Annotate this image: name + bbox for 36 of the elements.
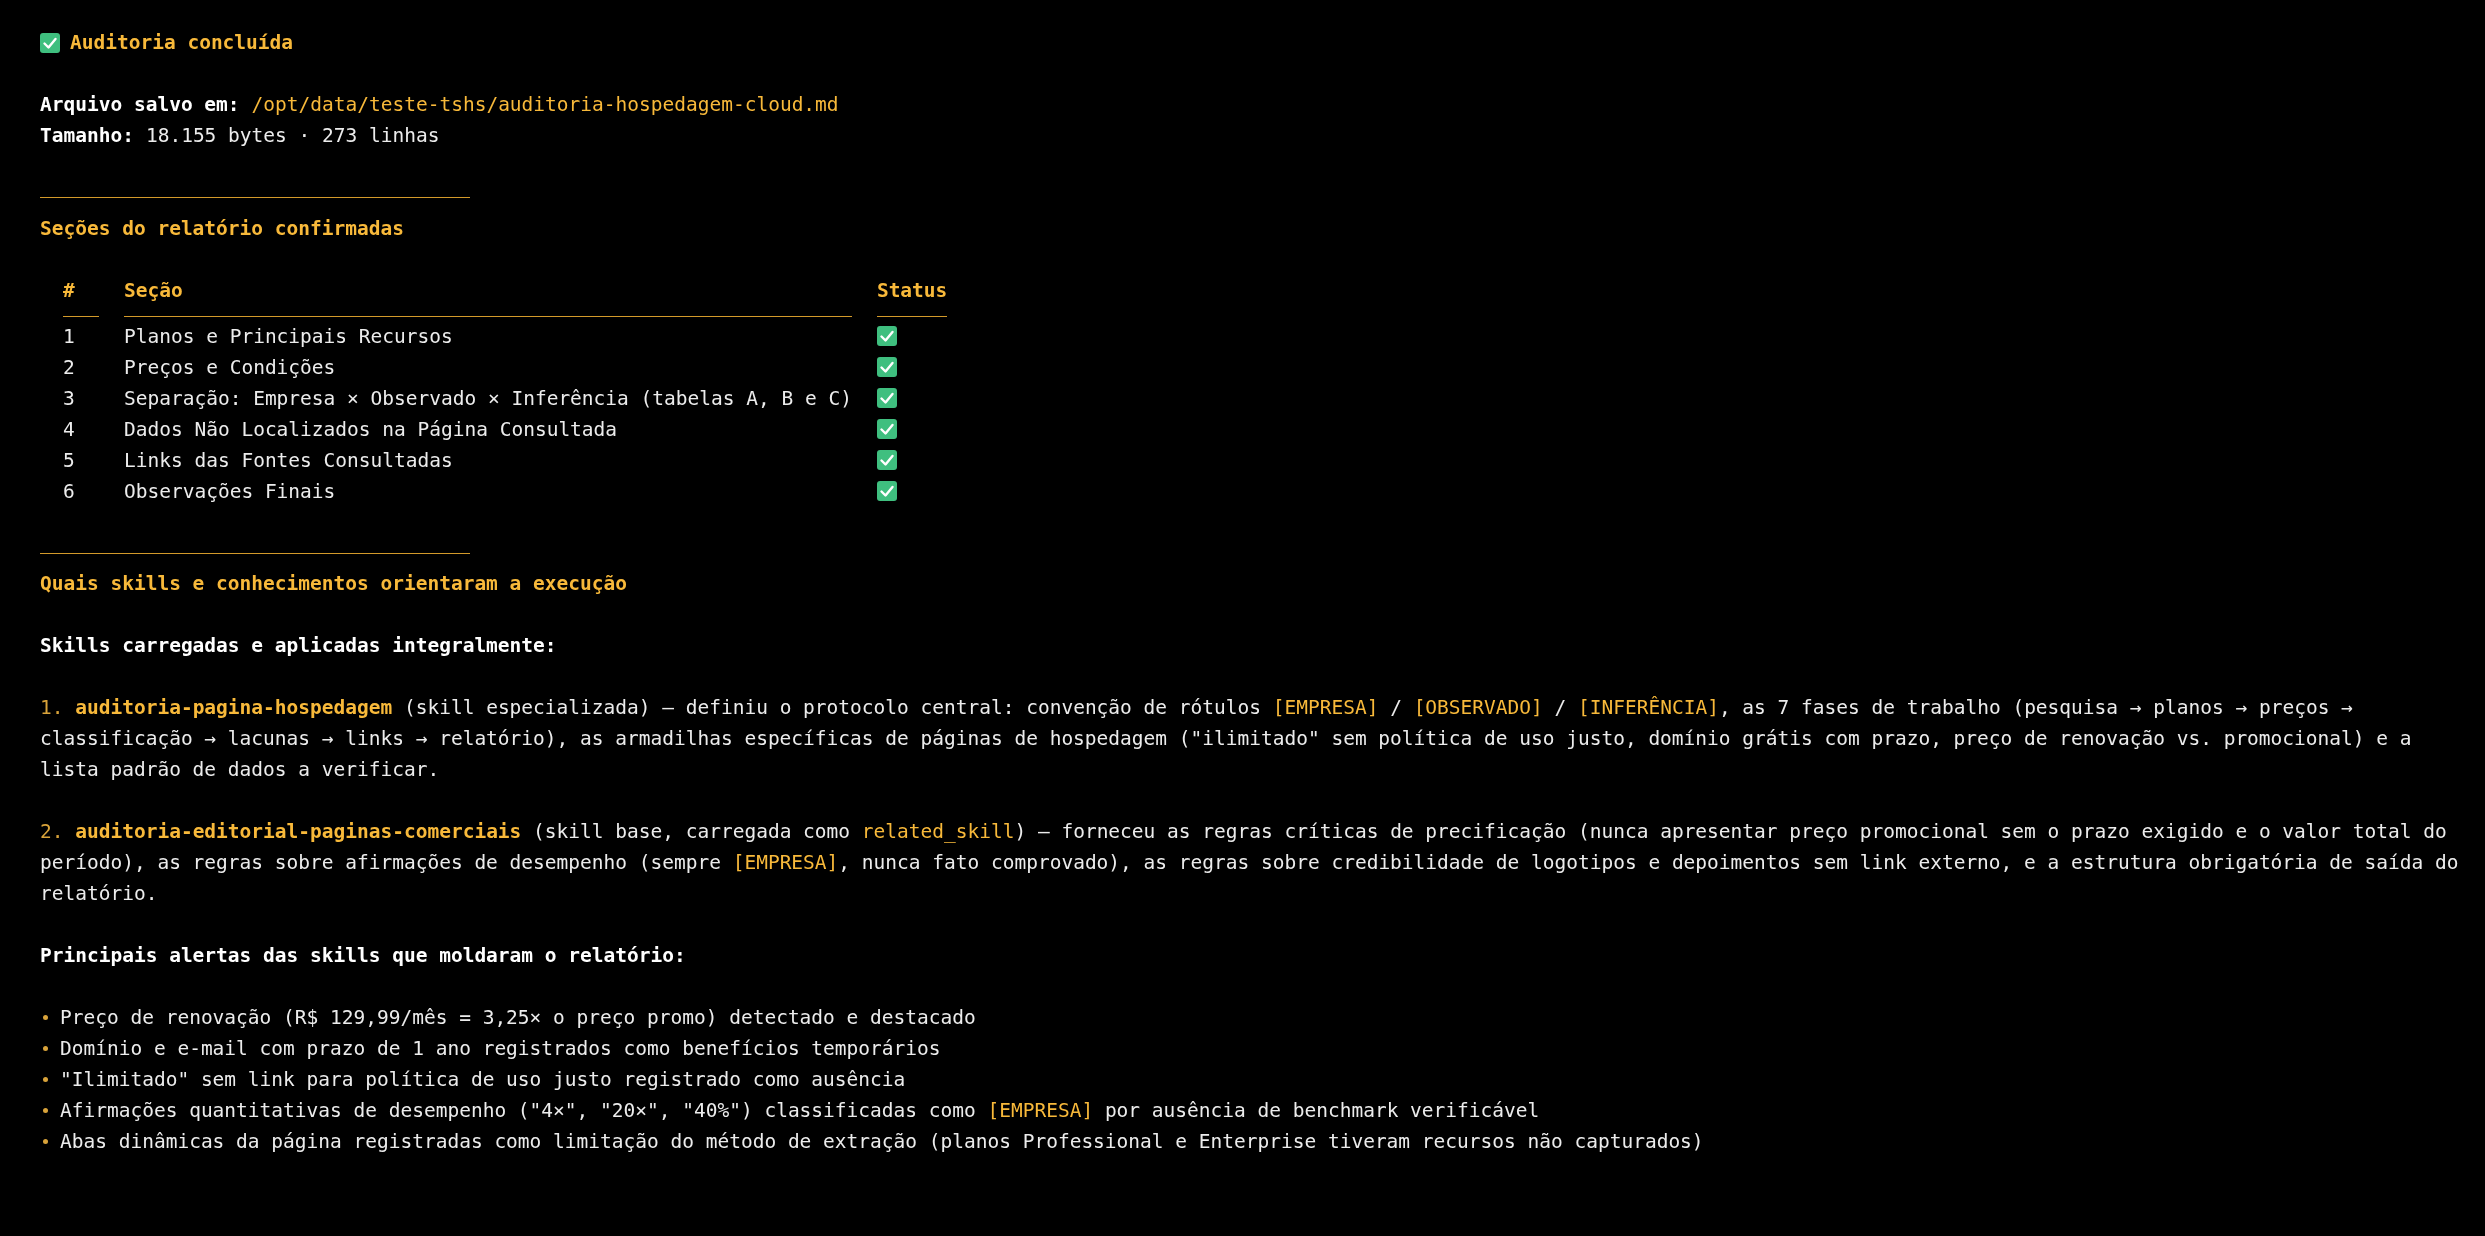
info-label: Arquivo salvo em: [40,92,240,118]
skill-paragraph: 2. auditoria-editorial-paginas-comerciais (skill base, carregada como related_skill) — forneceu as regras críticas de precificação (nunca apresentar preço promocional sem o prazo exigido e o valor total do período), as regras sobre afirmações de desempenho (sempre [EMPRESA], nunca fato comprovado), as regras sobre credibilidade de logotipos e depoimentos sem link externo, e a estrutura obrigatória de saída do relatório. [40,819,2460,907]
section-heading: Seções do relatório confirmadas [40,215,404,242]
table-cell-text: Observações Finais [124,478,337,505]
table-cell-text: Preços e Condições [124,354,337,381]
bullet-icon [43,1108,48,1113]
info-label: Tamanho: [40,123,134,149]
bullet-icon [43,1015,48,1020]
alert-item: Abas dinâmicas da página registradas como limitação do método de extração (planos Professional e Enterprise tiveram recursos não capturados) [60,1129,1704,1155]
bullet-icon [43,1139,48,1144]
alert-item: "Ilimitado" sem link para política de uso justo registrado como ausência [60,1067,906,1093]
column-header: # [63,274,99,317]
table-cell-text: 2 [63,354,76,381]
section-heading: Quais skills e conhecimentos orientaram a execução [40,571,627,597]
bullet-icon [43,1046,48,1051]
table-cell-text: Planos e Principais Recursos [124,323,454,350]
table-cell-text: 1 [63,323,76,350]
table-cell-text: 5 [63,447,76,474]
subheading: Principais alertas das skills que moldaram o relatório: [40,943,686,969]
column-header: Seção [124,274,852,317]
alert-item: Domínio e e-mail com prazo de 1 ano registrados como benefícios temporários [60,1036,941,1062]
table-cell-text: 3 [63,385,76,412]
table-cell-text: Links das Fontes Consultadas [124,447,454,474]
table-cell-text: Dados Não Localizados na Página Consultada [124,416,619,443]
subheading: Skills carregadas e aplicadas integralmente: [40,633,557,659]
skill-paragraph: 1. auditoria-pagina-hospedagem (skill especializada) — definiu o protocolo central: convenção de rótulos [EMPRESA] / [OBSERVADO] / [INFERÊNCIA], as 7 fases de trabalho (pesquisa → planos → preços → classificação → lacunas → links → relatório), as armadilhas específicas de páginas de hospedagem ("ilimitado" sem política de uso justo, domínio grátis com prazo, preço de renovação vs. promocional) e a lista padrão de dados a verificar. [40,695,2413,783]
info-value: 18.155 bytes · 273 linhas [145,123,440,149]
table-cell-text: 4 [63,416,76,443]
bullet-icon [43,1077,48,1082]
column-header: Status [876,274,948,317]
table-cell-text: Separação: Empresa × Observado × Inferência (tabelas A, B e C) [124,385,852,412]
status-title: Auditoria concluída [70,30,294,56]
info-value: /opt/data/teste-tshs/auditoria-hospedagem-cloud.md [251,92,839,118]
alert-item: Preço de renovação (R$ 129,99/mês = 3,25× o preço promo) detectado e destacado [60,1005,976,1031]
alert-item: Afirmações quantitativas de desempenho ("4×", "20×", "40%") classificadas como [EMPRESA] por ausência de benchmark verificável [60,1098,1540,1124]
table-cell-text: 6 [63,478,76,505]
